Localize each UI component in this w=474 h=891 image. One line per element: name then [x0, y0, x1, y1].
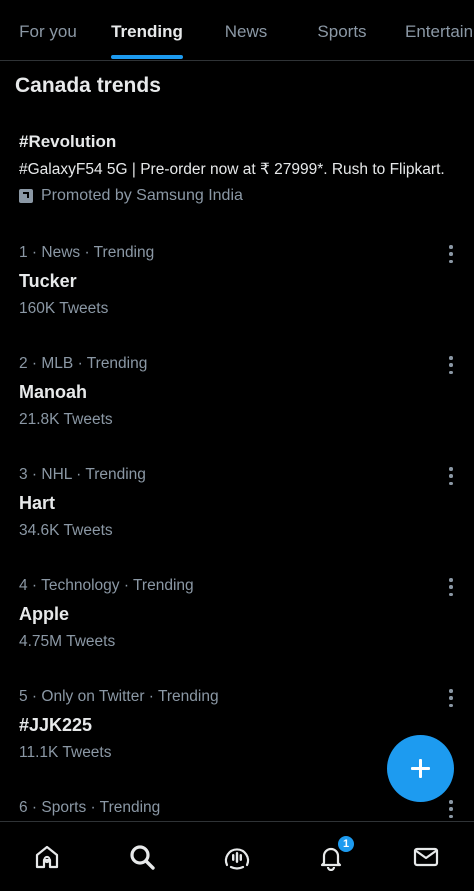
more-options-icon[interactable] [446, 356, 456, 374]
nav-home[interactable] [17, 822, 77, 891]
tab-sports[interactable]: Sports [306, 0, 378, 60]
trend-meta: 5 · Only on Twitter · Trending [19, 688, 219, 705]
more-options-icon[interactable] [446, 689, 456, 707]
trend-count: 4.75M Tweets [19, 633, 116, 650]
trend-count: 160K Tweets [19, 300, 109, 317]
notification-badge: 1 [338, 836, 354, 852]
section-title: Canada trends [15, 74, 161, 97]
spaces-icon [224, 847, 250, 870]
trend-count: 21.8K Tweets [19, 411, 113, 428]
more-options-icon[interactable] [446, 245, 456, 263]
promoted-hashtag: #Revolution [19, 132, 117, 151]
tab-news[interactable]: News [212, 0, 280, 60]
trend-name: Hart [19, 493, 56, 513]
promoted-by-label: Promoted by Samsung India [41, 187, 243, 204]
nav-messages[interactable] [396, 822, 456, 891]
more-options-icon[interactable] [446, 467, 456, 485]
trend-meta: 2 · MLB · Trending [19, 355, 148, 372]
compose-tweet-button[interactable] [387, 735, 454, 802]
trend-item[interactable]: 1 · News · Trending Tucker 160K Tweets [0, 243, 474, 354]
trend-count: 11.1K Tweets [19, 744, 112, 761]
trend-item[interactable]: 6 · Sports · Trending [0, 798, 474, 821]
nav-search[interactable] [112, 822, 172, 891]
more-options-icon[interactable] [446, 578, 456, 596]
trend-item[interactable]: 2 · MLB · Trending Manoah 21.8K Tweets [0, 354, 474, 465]
tab-entertainment[interactable]: Entertainment [405, 0, 474, 60]
home-icon [35, 845, 59, 868]
trend-meta: 6 · Sports · Trending [19, 799, 161, 816]
promoted-by-row: Promoted by Samsung India [19, 182, 459, 210]
trend-meta: 3 · NHL · Trending [19, 466, 146, 483]
active-tab-indicator [111, 55, 183, 59]
nav-notifications[interactable] [301, 822, 361, 891]
bottom-nav [0, 821, 474, 891]
search-icon [130, 844, 155, 870]
trend-count: 34.6K Tweets [19, 522, 113, 539]
envelope-icon [413, 847, 439, 866]
trend-name: Apple [19, 604, 70, 624]
more-options-icon[interactable] [446, 800, 456, 818]
trend-item[interactable]: 4 · Technology · Trending Apple 4.75M Tw… [0, 576, 474, 687]
promoted-icon [19, 189, 33, 203]
trend-name: #JJK225 [19, 715, 93, 735]
trend-meta: 1 · News · Trending [19, 244, 155, 261]
trend-name: Manoah [19, 382, 88, 402]
nav-spaces[interactable] [207, 822, 267, 891]
tab-for-you[interactable]: For you [8, 0, 88, 60]
promoted-text: #GalaxyF54 5G | Pre-order now at ₹ 27999… [19, 161, 445, 178]
top-tab-bar: For you Trending News Sports Entertainme… [0, 0, 474, 61]
trend-meta: 4 · Technology · Trending [19, 577, 194, 594]
trend-name: Tucker [19, 271, 77, 291]
tab-trending[interactable]: Trending [106, 0, 188, 60]
promoted-trend[interactable]: #Revolution #GalaxyF54 5G | Pre-order no… [19, 130, 459, 210]
trend-item[interactable]: 3 · NHL · Trending Hart 34.6K Tweets [0, 465, 474, 576]
